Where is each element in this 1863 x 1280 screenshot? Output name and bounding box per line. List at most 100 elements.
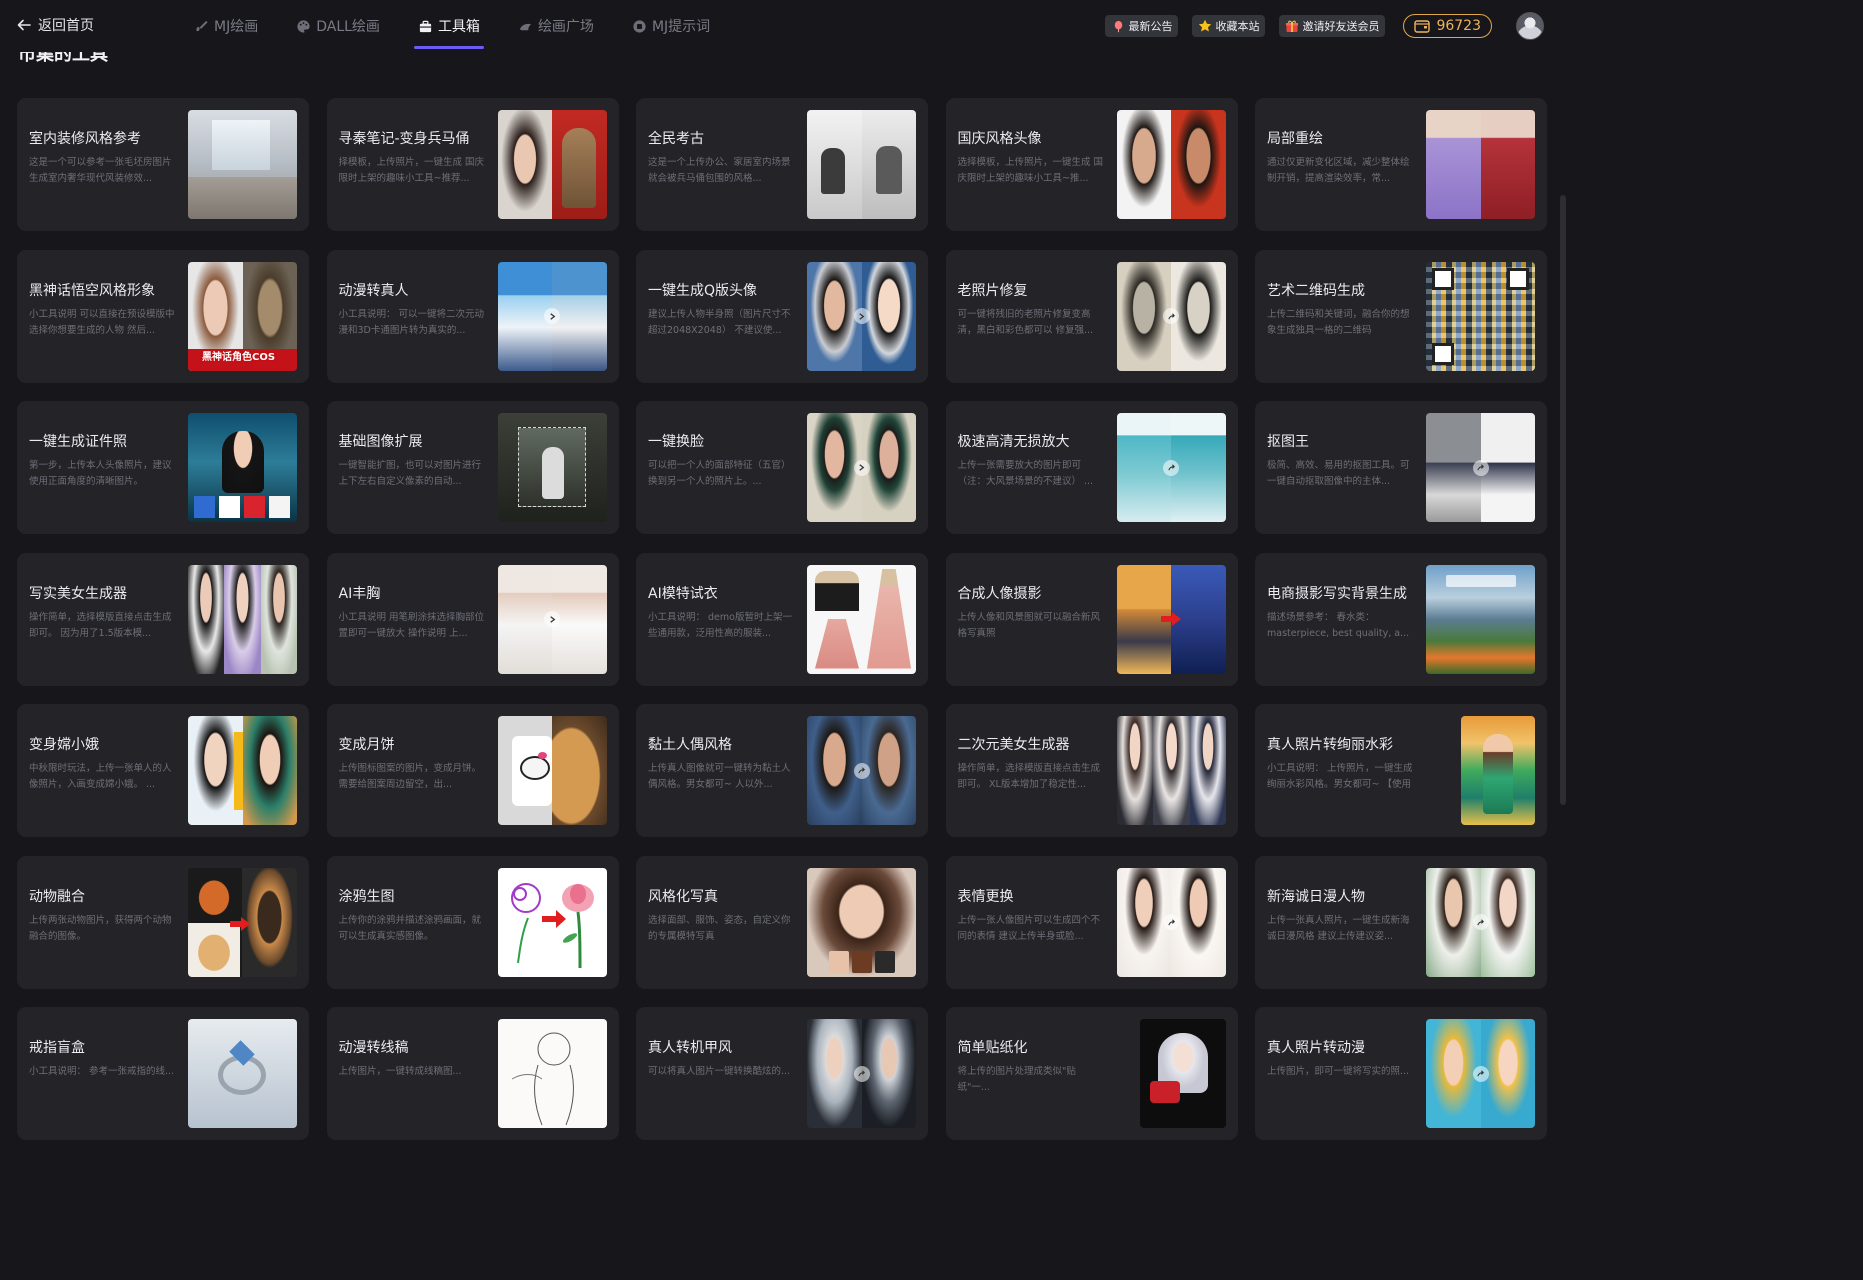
tool-title: 涂鸦生图 [338, 888, 395, 905]
tool-description: 上传一张真人照片，一键生成新海诚日漫风格 建议上传建议姿... [1267, 914, 1410, 942]
tool-description: 上传图片，即可一键将写实的照... [1267, 1066, 1410, 1077]
tool-description: 小工具说明： 参考一张戒指的线... [29, 1066, 175, 1077]
tool-card[interactable]: 真人照片转动漫 上传图片，即可一键将写实的照... [1255, 1007, 1547, 1140]
back-home-button[interactable]: 返回首页 [16, 13, 94, 37]
tool-description: 选择面部、服饰、姿态，自定义你的专属模特写真 [648, 914, 791, 942]
tool-card[interactable]: 寻秦笔记-变身兵马俑 择模板，上传照片，一键生成 国庆限时上架的趣味小工具~推荐… [326, 98, 619, 231]
tool-card[interactable]: 变成月饼 上传图标图案的图片，变成月饼。 需要给图案周边留空，出... [326, 704, 619, 837]
tab-drawing-plaza[interactable]: 绘画广场 [514, 0, 598, 52]
tool-thumbnail [807, 413, 916, 522]
coin-amount: 96723 [1436, 18, 1481, 34]
tool-title: 一键生成Q版头像 [648, 282, 758, 299]
tool-card[interactable]: 全民考古 这是一个上传办公、家居室内场景就会被兵马俑包围的风格... [636, 98, 928, 231]
tool-card[interactable]: 电商摄影写实背景生成 描述场景参考： 春水类：masterpiece, best… [1255, 552, 1547, 686]
tab-dall-drawing[interactable]: DALL绘画 [292, 0, 384, 52]
tool-description: 极简、高效、易用的抠图工具。可一键自动抠取图像中的主体... [1267, 460, 1410, 487]
tool-card[interactable]: 真人转机甲风 可以将真人图片一键转换酷炫的... [636, 1007, 928, 1140]
compare-arrow-icon [853, 459, 870, 476]
tool-card[interactable]: 写实美女生成器 操作简单，选择模版直接点击生成即可。 因为用了1.5版本模... [17, 552, 309, 686]
plaza-icon [519, 23, 532, 30]
tool-card[interactable]: 抠图王 极简、高效、易用的抠图工具。可一键自动抠取图像中的主体... [1255, 401, 1547, 534]
tool-card[interactable]: 局部重绘 通过仅更新变化区域，减少整体绘制开销，提高渲染效率，常... [1255, 98, 1547, 231]
tool-card[interactable]: AI丰胸 小工具说明 用笔刷涂抹选择胸部位置即可一键放大 操作说明 上... [326, 552, 619, 686]
tool-description: 将上传的图片处理成类似"贴纸"一... [957, 1066, 1076, 1093]
tool-title: 寻秦笔记-变身兵马俑 [338, 131, 470, 147]
tool-thumbnail [1426, 1019, 1535, 1128]
tool-card[interactable]: 动漫转真人 小工具说明： 可以一键将二次元动漫和3D卡通图片转为真实的... [326, 249, 619, 383]
tab-toolbox[interactable]: 工具箱 [413, 0, 484, 52]
tab-label: DALL绘画 [316, 19, 380, 35]
toolbox-icon [419, 20, 432, 32]
tool-description: 择模板，上传照片，一键生成 国庆限时上架的趣味小工具~推荐... [338, 157, 485, 184]
tool-card[interactable]: 黑神话悟空风格形象 小工具说明 可以直接在预设模版中选择你想要生成的人物 然后.… [17, 249, 309, 383]
tool-title: 真人照片转绚丽水彩 [1267, 737, 1393, 753]
tool-description: 可以将真人图片一键转换酷炫的... [648, 1066, 791, 1077]
tool-title: 合成人像摄影 [957, 585, 1042, 602]
coin-balance[interactable]: 96723 [1403, 14, 1492, 38]
tool-card[interactable]: 室内装修风格参考 这是一个可以参考一张毛坯房图片生成室内奢华现代风装修效... [17, 98, 309, 231]
tool-card[interactable]: AI模特试衣 小工具说明： demo版暂时上架一些通用款，泛用性高的服装... [636, 552, 928, 686]
tool-thumbnail [1116, 564, 1226, 674]
tool-card[interactable]: 艺术二维码生成 上传二维码和关键词，融合你的想象生成独具一格的二维码 [1255, 249, 1547, 383]
tool-card[interactable]: 动漫转线稿 上传图片，一键转成线稿图... [326, 1007, 619, 1140]
tool-card[interactable]: 变身嫦小娥 中秋限时玩法，上传一张单人的人像照片，入画变成嫦小娥。 ... [17, 704, 309, 837]
tool-title: 变成月饼 [338, 737, 395, 753]
announcement-label: 最新公告 [1128, 20, 1173, 33]
tool-card[interactable]: 黏土人偶风格 上传真人图像就可一键转为黏土人偶风格。男女都可~ 人以外... [636, 704, 928, 837]
tool-description: 小工具说明： 可以一键将二次元动漫和3D卡通图片转为真实的... [338, 308, 485, 336]
tool-thumbnail [188, 413, 297, 522]
invite-friends-button[interactable]: 邀请好友送会员 [1279, 15, 1386, 37]
tool-thumbnail [497, 1019, 607, 1128]
tool-card[interactable]: 涂鸦生图 上传你的涂鸦并描述涂鸦画面，就可以生成真实感图像。 [326, 855, 619, 989]
arrow-left-icon [17, 19, 31, 31]
tool-description: 上传一张需要放大的图片即可（注：大风景场景的不建议） ... [957, 460, 1094, 487]
tool-title: 风格化写真 [648, 888, 718, 905]
tool-card[interactable]: 二次元美女生成器 操作简单，选择模版直接点击生成即可。 XL版本增加了稳定性..… [945, 704, 1238, 837]
tool-card[interactable]: 一键换脸 可以把一个人的面部特征（五官）换到另一个人的照片上。... [636, 401, 928, 534]
tool-card[interactable]: 国庆风格头像 选择模板，上传照片，一键生成 国庆限时上架的趣味小工具~推... [945, 98, 1238, 231]
tool-card[interactable]: 真人照片转绚丽水彩 小工具说明： 上传照片，一键生成绚丽水彩风格。男女都可~ 【… [1255, 704, 1547, 837]
tool-thumbnail [497, 867, 607, 977]
red-arrow-icon [230, 917, 251, 932]
page-scrollbar[interactable] [1560, 195, 1566, 805]
share-icon [853, 1065, 870, 1082]
announcement-button[interactable]: 最新公告 [1105, 15, 1179, 37]
tool-thumbnail [497, 716, 607, 825]
tab-label: MJ提示词 [651, 19, 711, 35]
brush-icon [196, 20, 208, 31]
tool-card[interactable]: 简单贴纸化 将上传的图片处理成类似"贴纸"一... [945, 1007, 1238, 1140]
tool-card[interactable]: 基础图像扩展 一键智能扩图，也可以对图片进行上下左右自定义像素的自动... [326, 401, 619, 534]
tool-description: 上传真人图像就可一键转为黏土人偶风格。男女都可~ 人以外... [648, 763, 791, 790]
tool-description: 小工具说明： demo版暂时上架一些通用款，泛用性高的服装... [648, 611, 792, 639]
tool-card[interactable]: 极速高清无损放大 上传一张需要放大的图片即可（注：大风景场景的不建议） ... [945, 401, 1238, 534]
tool-thumbnail [1426, 867, 1535, 977]
tab-label: MJ绘画 [214, 19, 259, 35]
tool-card[interactable]: 老照片修复 可一键将残旧的老照片修复变高清，黑白和彩色都可以 修复强... [945, 249, 1238, 383]
tool-description: 这是一个上传办公、家居室内场景就会被兵马俑包围的风格... [648, 157, 791, 184]
tool-thumbnail [1116, 110, 1226, 219]
tool-title: 全民考古 [648, 131, 704, 147]
tool-thumbnail [497, 110, 607, 219]
tool-title: 一键生成证件照 [29, 434, 127, 450]
tool-title: 电商摄影写实背景生成 [1267, 585, 1407, 602]
avatar[interactable] [1516, 12, 1544, 40]
tool-card[interactable]: 戒指盲盒 小工具说明： 参考一张戒指的线... [17, 1007, 309, 1140]
tool-card[interactable]: 一键生成证件照 第一步，上传本人头像照片，建议使用正面角度的清晰图片。 [17, 401, 309, 534]
tab-mj-drawing[interactable]: MJ绘画 [190, 0, 262, 52]
tool-description: 小工具说明 可以直接在预设模版中选择你想要生成的人物 然后... [29, 308, 175, 336]
tool-description: 上传图标图案的图片，变成月饼。 需要给图案周边留空，出... [338, 763, 482, 790]
tool-thumbnail [188, 716, 297, 825]
tab-mj-prompts[interactable]: MJ提示词 [628, 0, 714, 52]
tool-card[interactable]: 动物融合 上传两张动物图片，获得两个动物融合的图像。 [17, 855, 309, 989]
tool-title: 基础图像扩展 [338, 434, 423, 450]
tool-title: 一键换脸 [648, 434, 704, 450]
tool-card[interactable]: 新海诚日漫人物 上传一张真人照片，一键生成新海诚日漫风格 建议上传建议姿... [1255, 855, 1547, 989]
tool-title: 艺术二维码生成 [1267, 282, 1365, 299]
tool-thumbnail [497, 564, 607, 674]
tool-card[interactable]: 合成人像摄影 上传人像和风景图就可以融合新风格写真照 [945, 552, 1238, 686]
tool-card[interactable]: 风格化写真 选择面部、服饰、姿态，自定义你的专属模特写真 [636, 855, 928, 989]
prompt-icon [633, 19, 646, 33]
tool-card[interactable]: 一键生成Q版头像 建议上传人物半身照（图片尺寸不超过2048X2048） 不建议… [636, 249, 928, 383]
favorite-site-button[interactable]: 收藏本站 [1192, 15, 1266, 37]
tool-card[interactable]: 表情更换 上传一张人像图片可以生成四个不同的表情 建议上传半身或脸... [945, 855, 1238, 989]
